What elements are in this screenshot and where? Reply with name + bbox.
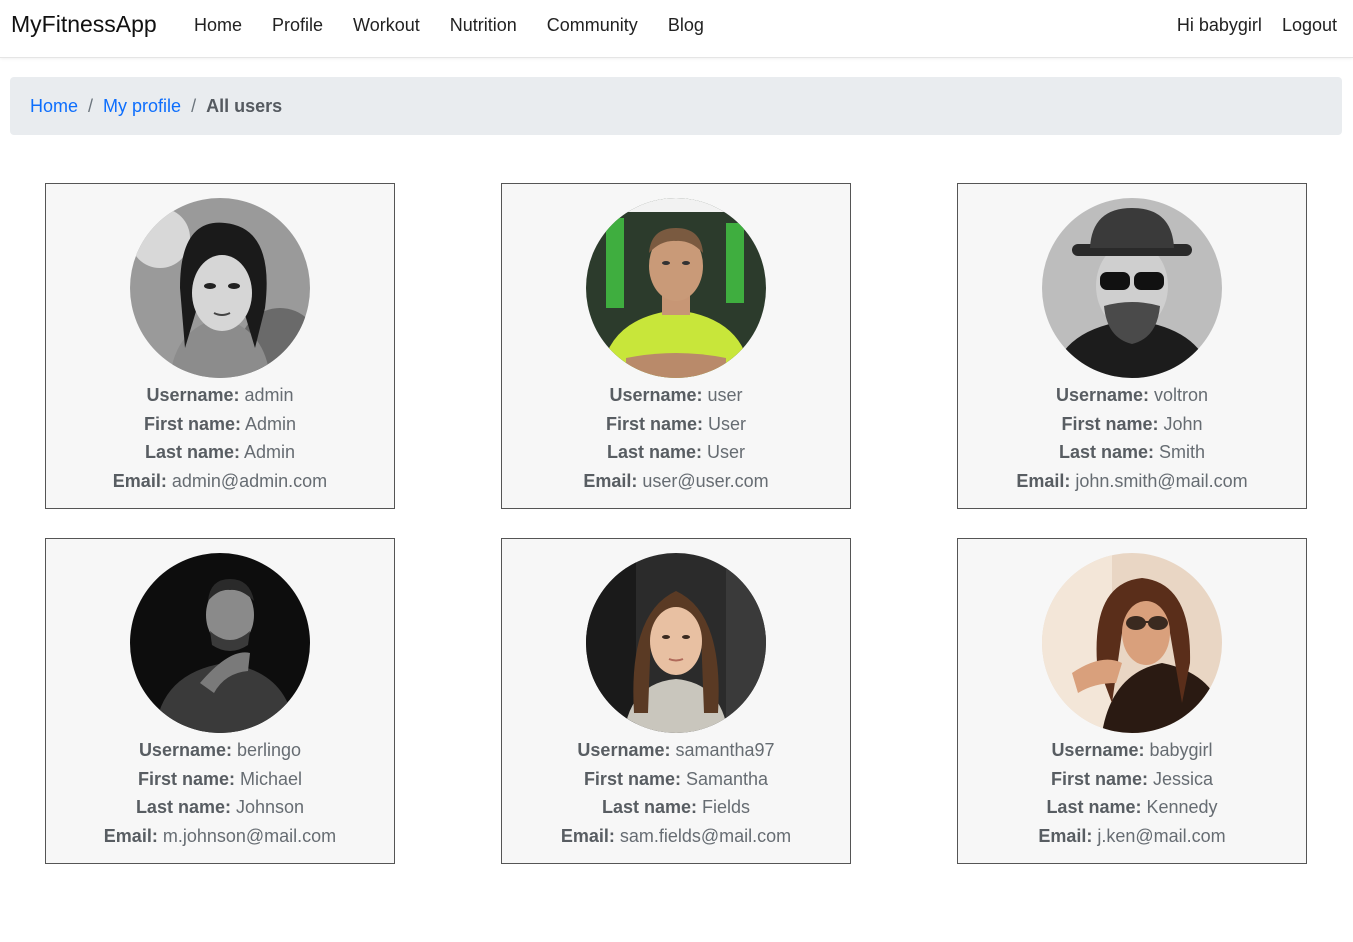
first-name-value: John — [1163, 413, 1203, 434]
last-name-value: Fields — [702, 797, 751, 818]
username-label: Username: — [138, 740, 232, 760]
username-label: Username: — [577, 740, 671, 760]
last-name-value: User — [707, 442, 746, 463]
username-value: user — [707, 385, 743, 405]
user-info: Username: user First name: User Last nam… — [502, 381, 850, 495]
user-card: Username: admin First name: Admin Last n… — [45, 183, 395, 509]
username-row: Username: babygirl — [958, 736, 1306, 765]
last-name-value: Johnson — [235, 797, 305, 818]
first-name-row: First name: Samantha — [502, 765, 850, 794]
users-grid: Username: admin First name: Admin Last n… — [0, 0, 1353, 942]
email-value: admin@admin.com — [171, 470, 328, 491]
last-name-label: Last name: — [1046, 797, 1142, 818]
last-name-value: Kennedy — [1146, 797, 1218, 818]
first-name-value: Samantha — [685, 768, 769, 789]
email-row: Email: sam.fields@mail.com — [502, 822, 850, 851]
username-row: Username: user — [502, 381, 850, 410]
last-name-value: Admin — [244, 442, 296, 463]
first-name-label: First name: — [143, 413, 241, 434]
email-label: Email: — [1016, 470, 1071, 491]
email-value: john.smith@mail.com — [1075, 470, 1248, 491]
last-name-row: Last name: Fields — [502, 793, 850, 822]
user-avatar — [130, 553, 310, 733]
email-row: Email: m.johnson@mail.com — [46, 822, 394, 851]
first-name-value: Admin — [245, 413, 297, 434]
user-card: Username: babygirl First name: Jessica L… — [957, 538, 1307, 864]
username-value: admin — [244, 385, 294, 405]
email-label: Email: — [560, 825, 615, 846]
email-label: Email: — [1038, 825, 1093, 846]
email-label: Email: — [112, 470, 167, 491]
username-row: Username: samantha97 — [502, 736, 850, 765]
last-name-label: Last name: — [135, 797, 231, 818]
username-value: voltron — [1154, 385, 1209, 405]
first-name-label: First name: — [605, 413, 703, 434]
first-name-label: First name: — [583, 768, 681, 789]
username-value: babygirl — [1149, 740, 1213, 760]
email-value: j.ken@mail.com — [1097, 825, 1226, 846]
username-label: Username: — [609, 385, 703, 405]
user-avatar — [1042, 198, 1222, 378]
email-row: Email: john.smith@mail.com — [958, 467, 1306, 496]
user-card: Username: samantha97 First name: Samanth… — [501, 538, 851, 864]
user-info: Username: admin First name: Admin Last n… — [46, 381, 394, 495]
first-name-value: Jessica — [1153, 768, 1214, 789]
user-info: Username: voltron First name: John Last … — [958, 381, 1306, 495]
username-row: Username: admin — [46, 381, 394, 410]
email-label: Email: — [583, 470, 638, 491]
last-name-label: Last name: — [606, 442, 702, 463]
first-name-label: First name: — [1061, 413, 1159, 434]
first-name-label: First name: — [1050, 768, 1148, 789]
email-label: Email: — [103, 825, 158, 846]
email-value: sam.fields@mail.com — [619, 825, 792, 846]
user-info: Username: samantha97 First name: Samanth… — [502, 736, 850, 850]
last-name-label: Last name: — [601, 797, 697, 818]
email-value: m.johnson@mail.com — [162, 825, 337, 846]
first-name-row: First name: John — [958, 410, 1306, 439]
user-card: Username: voltron First name: John Last … — [957, 183, 1307, 509]
username-label: Username: — [1055, 385, 1149, 405]
first-name-row: First name: Michael — [46, 765, 394, 794]
user-avatar — [130, 198, 310, 378]
user-card: Username: berlingo First name: Michael L… — [45, 538, 395, 864]
first-name-row: First name: Admin — [46, 410, 394, 439]
last-name-row: Last name: Johnson — [46, 793, 394, 822]
user-card: Username: user First name: User Last nam… — [501, 183, 851, 509]
username-label: Username: — [1051, 740, 1145, 760]
first-name-value: Michael — [240, 768, 303, 789]
email-row: Email: admin@admin.com — [46, 467, 394, 496]
user-info: Username: babygirl First name: Jessica L… — [958, 736, 1306, 850]
email-value: user@user.com — [642, 470, 769, 491]
username-row: Username: berlingo — [46, 736, 394, 765]
username-row: Username: voltron — [958, 381, 1306, 410]
email-row: Email: j.ken@mail.com — [958, 822, 1306, 851]
last-name-label: Last name: — [144, 442, 240, 463]
last-name-label: Last name: — [1058, 442, 1154, 463]
username-value: samantha97 — [675, 740, 775, 760]
last-name-row: Last name: Admin — [46, 438, 394, 467]
user-avatar — [1042, 553, 1222, 733]
last-name-value: Smith — [1159, 442, 1206, 463]
last-name-row: Last name: Kennedy — [958, 793, 1306, 822]
first-name-label: First name: — [137, 768, 235, 789]
first-name-row: First name: User — [502, 410, 850, 439]
email-row: Email: user@user.com — [502, 467, 850, 496]
first-name-value: User — [708, 413, 747, 434]
user-info: Username: berlingo First name: Michael L… — [46, 736, 394, 850]
username-value: berlingo — [237, 740, 302, 760]
last-name-row: Last name: User — [502, 438, 850, 467]
first-name-row: First name: Jessica — [958, 765, 1306, 794]
user-avatar — [586, 553, 766, 733]
username-label: Username: — [146, 385, 240, 405]
user-avatar — [586, 198, 766, 378]
last-name-row: Last name: Smith — [958, 438, 1306, 467]
